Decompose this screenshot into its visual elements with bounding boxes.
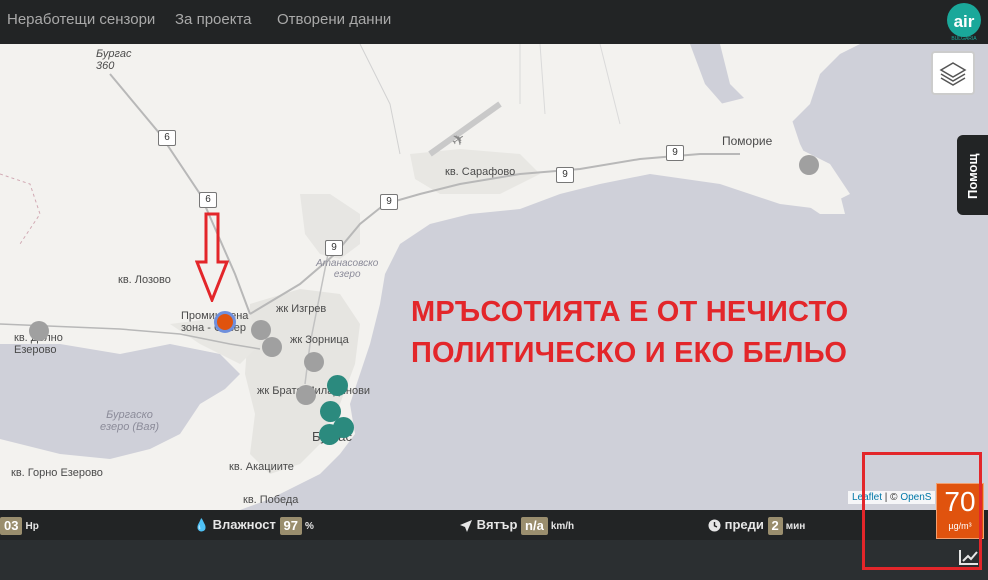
sensor-marker-good[interactable]	[327, 375, 348, 396]
top-navbar: Неработещи сензори За проекта Отворени д…	[0, 0, 988, 44]
map-area[interactable]: Бургас 360 Поморие кв. Сарафово Атанасов…	[0, 44, 988, 510]
map-label-zornitsa: жк Зорница	[290, 334, 349, 346]
wind-value: n/a	[521, 516, 548, 535]
sensor-marker-offline[interactable]	[29, 321, 49, 341]
updated-value: 2	[767, 516, 783, 535]
humidity-label: Влажност	[212, 517, 276, 532]
map-label-atanasovsko: Атанасовско езеро	[316, 258, 379, 280]
bottom-panel	[0, 540, 988, 580]
layers-icon	[939, 62, 967, 86]
sensor-marker-offline[interactable]	[262, 337, 282, 357]
map-label-lozovo: кв. Лозово	[118, 274, 171, 286]
map-label-pomorie: Поморие	[722, 134, 773, 148]
sensor-marker-offline[interactable]	[296, 385, 316, 405]
pressure-unit: Hp	[25, 521, 39, 532]
nav-broken-sensors[interactable]: Неработещи сензори	[7, 0, 155, 44]
highway-shield: 9	[380, 194, 398, 210]
map-label-sarafovo: кв. Сарафово	[445, 166, 516, 178]
sensor-marker-offline[interactable]	[304, 352, 324, 372]
pressure-value: 03	[0, 516, 23, 535]
sensor-marker-good[interactable]	[319, 424, 340, 445]
logo-subtext: BULGARIA	[951, 36, 977, 42]
updated-label: преди	[724, 517, 764, 532]
highway-shield: 9	[556, 167, 574, 183]
map-label-burgasko: Бургаско езеро (Вая)	[100, 409, 160, 433]
map-label-gorno-ezerovo: кв. Горно Езерово	[11, 467, 103, 479]
sensor-marker-selected[interactable]	[214, 311, 236, 333]
map-label-izgrev: жк Изгрев	[276, 303, 327, 315]
overlay-caption: МРЪСОТИЯТА Е ОТ НЕЧИСТО ПОЛИТИЧЕСКО И ЕК…	[411, 292, 848, 374]
wind-unit: km/h	[550, 521, 575, 532]
humidity-unit: %	[304, 521, 314, 532]
red-arrow-annotation	[195, 212, 229, 302]
map-label-pobeda: кв. Победа	[243, 494, 299, 506]
air-bulgaria-logo[interactable]: air BULGARIA	[943, 2, 985, 42]
red-box-annotation	[862, 452, 982, 570]
wind-label: Вятър	[476, 517, 518, 532]
sensor-marker-offline[interactable]	[799, 155, 819, 175]
map-label-akatsiite: кв. Акациите	[229, 461, 294, 473]
help-tab[interactable]: Помощ	[957, 135, 988, 215]
stats-bar: 03 Hp 💧 Влажност 97% Вятър n/a km/h преди …	[0, 510, 988, 540]
nav-about[interactable]: За проекта	[175, 0, 252, 44]
highway-shield: 9	[666, 145, 684, 161]
wind-icon	[460, 519, 472, 532]
humidity-icon: 💧	[194, 518, 209, 532]
updated-stat: преди 2 мин	[708, 510, 805, 540]
humidity-stat: 💧 Влажност 97%	[194, 510, 314, 540]
logo-text: air	[954, 12, 975, 31]
highway-shield: 6	[199, 192, 217, 208]
caption-line-1: МРЪСОТИЯТА Е ОТ НЕЧИСТО	[411, 296, 849, 328]
wind-stat: Вятър n/a km/h	[459, 510, 574, 540]
layers-button[interactable]	[931, 51, 975, 95]
humidity-value: 97	[279, 516, 302, 535]
updated-unit: мин	[785, 521, 806, 532]
pressure-stat: 03 Hp	[0, 510, 39, 540]
highway-shield: 6	[158, 130, 176, 146]
caption-line-2: ПОЛИТИЧЕСКО И ЕКО БЕЛЬО	[411, 337, 848, 369]
nav-open-data[interactable]: Отворени данни	[277, 0, 391, 44]
map-label-burgas-360: Бургас 360	[96, 48, 132, 72]
help-tab-label: Помощ	[965, 153, 980, 199]
highway-shield: 9	[325, 240, 343, 256]
clock-icon	[708, 519, 721, 532]
